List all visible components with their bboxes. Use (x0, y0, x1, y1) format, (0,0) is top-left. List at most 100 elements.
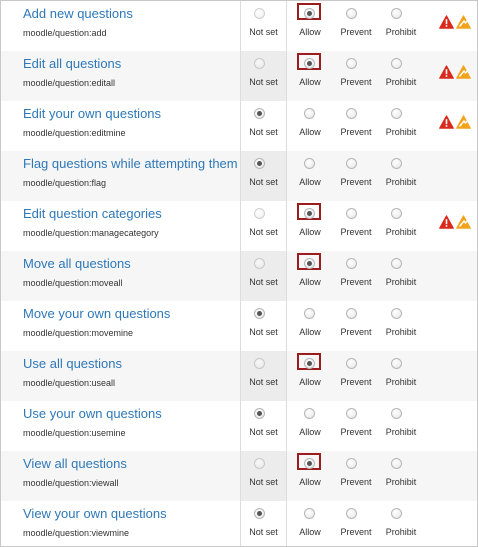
allow-radio[interactable] (304, 458, 315, 469)
prohibit-radio[interactable] (391, 358, 402, 369)
prohibit-radio[interactable] (391, 258, 402, 269)
prevent-label: Prevent (340, 227, 372, 237)
prevent-option: Prevent (333, 51, 379, 101)
prevent-radio[interactable] (346, 58, 357, 69)
prevent-label: Prevent (340, 427, 372, 437)
prohibit-option: Prohibit (378, 151, 424, 201)
not-set-label: Not set (249, 127, 278, 137)
prohibit-radio[interactable] (391, 308, 402, 319)
capability-path: moodle/question:flag (23, 178, 107, 188)
not-set-cell: Not set (241, 301, 287, 351)
prohibit-radio[interactable] (391, 508, 402, 519)
not-set-cell: Not set (241, 1, 287, 51)
prohibit-radio[interactable] (391, 408, 402, 419)
red-warning-icon[interactable] (439, 65, 454, 79)
not-set-radio[interactable] (254, 358, 265, 369)
prohibit-radio[interactable] (391, 208, 402, 219)
capability-row: Edit your own questions moodle/question:e… (1, 101, 477, 151)
allow-radio[interactable] (304, 8, 315, 19)
prohibit-label: Prohibit (385, 227, 417, 237)
prevent-radio[interactable] (346, 158, 357, 169)
prohibit-radio[interactable] (391, 8, 402, 19)
not-set-radio[interactable] (254, 108, 265, 119)
prevent-radio[interactable] (346, 8, 357, 19)
capability-title-link[interactable]: Move your own questions (23, 306, 170, 321)
allow-radio[interactable] (304, 258, 315, 269)
capability-title-link[interactable]: Flag questions while attempting them (23, 156, 238, 171)
allow-radio[interactable] (304, 158, 315, 169)
not-set-cell: Not set (241, 101, 287, 151)
capability-title-link[interactable]: Use all questions (23, 356, 122, 371)
allow-radio[interactable] (304, 208, 315, 219)
not-set-radio[interactable] (254, 458, 265, 469)
orange-warning-icon[interactable] (456, 65, 471, 79)
not-set-radio[interactable] (254, 58, 265, 69)
allow-radio[interactable] (304, 508, 315, 519)
not-set-label: Not set (249, 527, 278, 537)
allow-radio[interactable] (304, 408, 315, 419)
prevent-radio[interactable] (346, 308, 357, 319)
not-set-radio[interactable] (254, 8, 265, 19)
red-warning-icon[interactable] (439, 215, 454, 229)
red-warning-icon[interactable] (439, 15, 454, 29)
prohibit-radio[interactable] (391, 108, 402, 119)
capability-title-link[interactable]: Edit your own questions (23, 106, 161, 121)
allow-option: Allow (287, 1, 333, 51)
allow-option: Allow (287, 401, 333, 451)
red-warning-icon[interactable] (439, 115, 454, 129)
prohibit-option: Prohibit (378, 401, 424, 451)
prohibit-label: Prohibit (385, 527, 417, 537)
prevent-label: Prevent (340, 177, 372, 187)
not-set-radio[interactable] (254, 408, 265, 419)
orange-warning-icon[interactable] (456, 115, 471, 129)
prevent-radio[interactable] (346, 508, 357, 519)
not-set-radio[interactable] (254, 258, 265, 269)
capability-name-cell: View your own questions moodle/question:v… (1, 501, 241, 546)
not-set-radio[interactable] (254, 158, 265, 169)
capability-name-cell: Edit question categories moodle/question:… (1, 201, 241, 251)
capability-name-cell: Add new questions moodle/question:add (1, 1, 241, 51)
prohibit-label: Prohibit (385, 477, 417, 487)
prevent-option: Prevent (333, 301, 379, 351)
allow-radio[interactable] (304, 58, 315, 69)
prevent-option: Prevent (333, 401, 379, 451)
allow-radio[interactable] (304, 108, 315, 119)
capability-name-cell: Use your own questions moodle/question:us… (1, 401, 241, 451)
orange-warning-icon[interactable] (456, 15, 471, 29)
not-set-radio[interactable] (254, 308, 265, 319)
not-set-label: Not set (249, 327, 278, 337)
not-set-label: Not set (249, 377, 278, 387)
prevent-radio[interactable] (346, 358, 357, 369)
capability-title-link[interactable]: View your own questions (23, 506, 167, 521)
prohibit-radio[interactable] (391, 58, 402, 69)
capability-title-link[interactable]: Use your own questions (23, 406, 162, 421)
prohibit-radio[interactable] (391, 458, 402, 469)
prevent-option: Prevent (333, 501, 379, 546)
prevent-radio[interactable] (346, 108, 357, 119)
prohibit-radio[interactable] (391, 158, 402, 169)
capability-title-link[interactable]: Edit all questions (23, 56, 121, 71)
not-set-label: Not set (249, 477, 278, 487)
not-set-radio[interactable] (254, 508, 265, 519)
not-set-label: Not set (249, 77, 278, 87)
capability-name-cell: Edit your own questions moodle/question:e… (1, 101, 241, 151)
orange-warning-icon[interactable] (456, 215, 471, 229)
allow-label: Allow (299, 127, 321, 137)
capability-title-link[interactable]: Add new questions (23, 6, 133, 21)
prevent-radio[interactable] (346, 258, 357, 269)
capability-title-link[interactable]: Edit question categories (23, 206, 162, 221)
prevent-radio[interactable] (346, 408, 357, 419)
not-set-cell: Not set (241, 151, 287, 201)
allow-option: Allow (287, 351, 333, 401)
allow-radio[interactable] (304, 308, 315, 319)
not-set-radio[interactable] (254, 208, 265, 219)
prevent-radio[interactable] (346, 458, 357, 469)
capability-title-link[interactable]: View all questions (23, 456, 127, 471)
capability-row: Move your own questions moodle/question:m… (1, 301, 477, 351)
prohibit-label: Prohibit (385, 127, 417, 137)
allow-radio[interactable] (304, 358, 315, 369)
prevent-radio[interactable] (346, 208, 357, 219)
not-set-label: Not set (249, 427, 278, 437)
capability-title-link[interactable]: Move all questions (23, 256, 131, 271)
prevent-label: Prevent (340, 127, 372, 137)
